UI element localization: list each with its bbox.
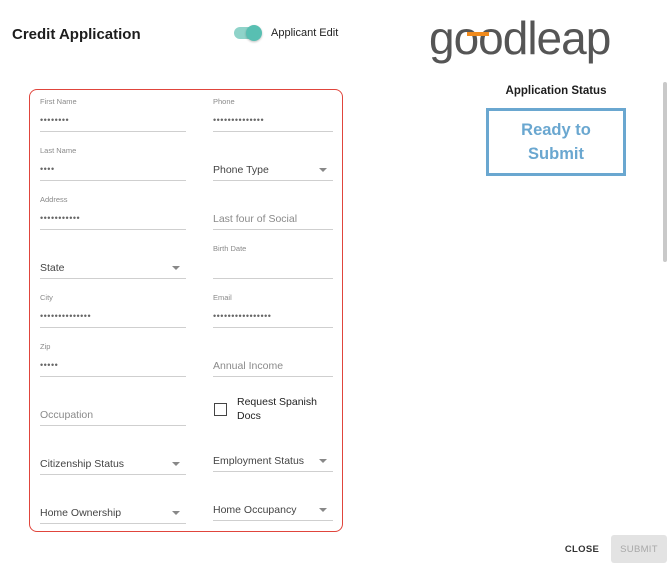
chevron-down-icon (319, 168, 327, 172)
toggle-knob[interactable] (246, 25, 262, 41)
chevron-down-icon (319, 508, 327, 512)
citizenship-status-label: Citizenship Status (40, 458, 125, 470)
chevron-down-icon (172, 511, 180, 515)
address-label: Address (40, 195, 68, 204)
last-name-value: •••• (40, 164, 55, 174)
city-value: •••••••••••••• (40, 311, 92, 321)
birth-date-field[interactable]: Birth Date (213, 244, 333, 279)
zip-value: ••••• (40, 360, 59, 370)
address-field[interactable]: Address ••••••••••• (40, 195, 186, 230)
annual-income-field[interactable]: Annual Income (213, 342, 333, 377)
last-name-field[interactable]: Last Name •••• (40, 146, 186, 181)
employment-status-label: Employment Status (213, 455, 305, 467)
chevron-down-icon (172, 266, 180, 270)
checkbox-icon[interactable] (214, 403, 227, 416)
application-status-value: Ready to Submit (521, 121, 591, 163)
zip-label: Zip (40, 342, 51, 351)
request-spanish-docs-label: Request Spanish Docs (237, 396, 317, 422)
home-ownership-select[interactable]: Home Ownership (40, 489, 186, 524)
chevron-down-icon (319, 459, 327, 463)
phone-type-label: Phone Type (213, 164, 269, 176)
phone-label: Phone (213, 97, 235, 106)
close-button[interactable]: CLOSE (558, 538, 606, 560)
submit-button[interactable]: SUBMIT (611, 535, 667, 563)
email-value: •••••••••••••••• (213, 311, 272, 321)
request-spanish-docs-checkbox[interactable]: Request Spanish Docs (214, 395, 334, 423)
last-four-social-field[interactable]: Last four of Social (213, 195, 333, 230)
application-status-title: Application Status (505, 85, 607, 97)
first-name-value: •••••••• (40, 115, 70, 125)
address-value: ••••••••••• (40, 213, 81, 223)
state-label: State (40, 262, 65, 274)
application-status-box: Ready to Submit (486, 108, 626, 176)
logo-text: goodleap (429, 12, 610, 64)
occupation-placeholder: Occupation (40, 409, 94, 421)
last-name-label: Last Name (40, 146, 77, 155)
birth-date-label: Birth Date (213, 244, 247, 253)
goodleap-logo: goodleap (429, 12, 611, 64)
city-label: City (40, 293, 53, 302)
city-field[interactable]: City •••••••••••••• (40, 293, 186, 328)
phone-field[interactable]: Phone •••••••••••••• (213, 97, 333, 132)
chevron-down-icon (172, 462, 180, 466)
zip-field[interactable]: Zip ••••• (40, 342, 186, 377)
first-name-label: First Name (40, 97, 77, 106)
phone-value: •••••••••••••• (213, 115, 265, 125)
employment-status-select[interactable]: Employment Status (213, 437, 333, 472)
toggle-label: Applicant Edit (271, 27, 339, 39)
email-label: Email (213, 293, 232, 302)
home-occupancy-label: Home Occupancy (213, 504, 297, 516)
applicant-edit-toggle[interactable]: Applicant Edit (234, 25, 339, 41)
scrollbar[interactable] (663, 82, 667, 262)
occupation-field[interactable]: Occupation (40, 391, 186, 426)
email-field[interactable]: Email •••••••••••••••• (213, 293, 333, 328)
state-select[interactable]: State (40, 244, 186, 279)
home-ownership-label: Home Ownership (40, 507, 122, 519)
annual-income-placeholder: Annual Income (213, 360, 284, 372)
toggle-switch[interactable] (234, 25, 262, 41)
home-occupancy-select[interactable]: Home Occupancy (213, 486, 333, 521)
phone-type-select[interactable]: Phone Type (213, 146, 333, 181)
last-four-social-placeholder: Last four of Social (213, 213, 298, 225)
first-name-field[interactable]: First Name •••••••• (40, 97, 186, 132)
citizenship-status-select[interactable]: Citizenship Status (40, 440, 186, 475)
page-title: Credit Application (12, 26, 141, 43)
